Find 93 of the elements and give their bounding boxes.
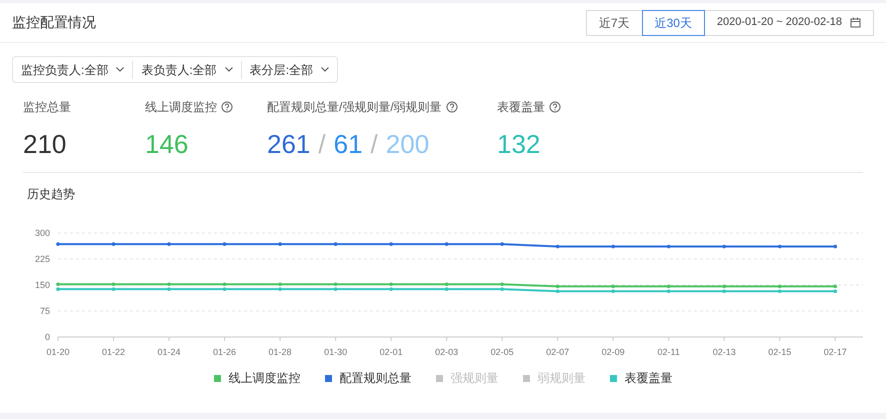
value-separator: / xyxy=(370,129,378,159)
point xyxy=(666,284,670,288)
x-tick-label: 02-15 xyxy=(768,347,792,357)
filter-dropdown[interactable]: 监控负责人:全部 xyxy=(13,60,132,78)
point xyxy=(833,284,838,288)
point xyxy=(444,287,448,291)
x-tick-label: 01-30 xyxy=(324,347,348,357)
legend-item[interactable]: 表覆盖量 xyxy=(610,369,672,387)
point xyxy=(500,282,504,286)
stat-label: 表覆盖量 xyxy=(497,99,545,116)
stat-label: 配置规则总量/强规则量/弱规则量 xyxy=(267,99,442,116)
section-title: 历史趋势 xyxy=(27,186,76,203)
point xyxy=(167,242,171,246)
stat-label: 线上调度监控 xyxy=(145,99,217,116)
point xyxy=(167,287,171,291)
point xyxy=(389,242,393,246)
stat-value: 61 xyxy=(334,129,363,159)
point xyxy=(222,287,226,291)
point xyxy=(112,287,116,291)
point xyxy=(611,289,615,294)
calendar-icon xyxy=(850,17,861,28)
x-tick-label: 02-01 xyxy=(380,347,403,357)
x-tick-label: 01-28 xyxy=(268,347,292,357)
y-tick-label: 225 xyxy=(34,254,50,264)
point xyxy=(778,244,782,248)
point xyxy=(611,244,615,248)
filter-dropdown[interactable]: 表负责人:全部 xyxy=(132,60,241,78)
point xyxy=(56,242,60,246)
y-tick-label: 75 xyxy=(40,306,50,316)
x-tick-label: 02-13 xyxy=(712,347,736,357)
point xyxy=(500,287,504,291)
point xyxy=(112,242,116,246)
point xyxy=(556,244,560,248)
x-tick-label: 02-17 xyxy=(824,347,847,357)
point xyxy=(444,282,448,286)
stat-value: 200 xyxy=(386,129,430,159)
stat-value: 146 xyxy=(145,129,188,159)
x-tick-label: 01-26 xyxy=(213,347,236,357)
point xyxy=(222,242,226,246)
stat-label: 监控总量 xyxy=(23,99,71,116)
stat-value: 210 xyxy=(23,129,66,159)
point xyxy=(56,282,60,286)
point xyxy=(611,284,615,288)
x-tick-label: 02-07 xyxy=(546,347,570,357)
point xyxy=(334,242,338,246)
point xyxy=(334,287,338,291)
point xyxy=(500,242,504,246)
x-tick-label: 01-22 xyxy=(102,347,126,357)
point xyxy=(112,282,116,286)
legend-item[interactable]: 线上调度监控 xyxy=(214,369,300,387)
point xyxy=(278,287,282,291)
y-tick-label: 0 xyxy=(44,332,50,342)
filter-dropdown[interactable]: 表分层:全部 xyxy=(240,60,338,78)
range-tab[interactable]: 近7天 xyxy=(586,10,643,36)
date-range-field[interactable]: 2020-01-20 ~ 2020-02-18 xyxy=(704,10,874,36)
point xyxy=(778,289,782,294)
chevron-down-icon xyxy=(116,67,124,72)
point xyxy=(278,242,282,246)
y-tick-label: 300 xyxy=(34,228,50,238)
point xyxy=(778,284,782,288)
legend-item[interactable]: 配置规则总量 xyxy=(324,369,412,387)
point xyxy=(389,287,393,291)
chevron-down-icon xyxy=(224,67,233,72)
x-tick-label: 02-11 xyxy=(658,347,680,357)
point xyxy=(444,242,448,246)
x-tick-label: 01-24 xyxy=(158,347,181,357)
point xyxy=(666,289,670,294)
point xyxy=(167,282,171,286)
point xyxy=(722,284,726,288)
point xyxy=(722,289,726,294)
point xyxy=(833,289,838,294)
x-tick-label: 02-05 xyxy=(490,347,514,357)
point xyxy=(722,244,726,248)
point xyxy=(56,287,60,291)
point xyxy=(556,289,560,294)
value-separator: / xyxy=(318,129,326,159)
line-chart: 0 75 150 225 300 01-20 01-22 01-24 01-26 01-28 01-30 02-01 02-03 02-05 02-07 02-09 02-11 02-13 02-15 02-17 xyxy=(0,215,886,365)
x-tick-label: 01-20 xyxy=(46,347,70,357)
point xyxy=(334,282,338,286)
x-tick-label: 02-03 xyxy=(435,347,458,357)
panel-title: 监控配置情况 xyxy=(12,13,96,32)
point xyxy=(556,284,560,288)
point xyxy=(222,282,226,286)
point xyxy=(833,244,838,248)
x-tick-label: 02-09 xyxy=(602,347,625,357)
point xyxy=(278,282,282,286)
point xyxy=(389,282,393,286)
point xyxy=(666,244,670,248)
stat-value: 132 xyxy=(497,129,540,159)
stat-value: 261 xyxy=(267,129,310,159)
chevron-down-icon xyxy=(321,67,330,72)
y-tick-label: 150 xyxy=(34,280,50,290)
range-tab[interactable]: 近30天 xyxy=(642,10,705,36)
